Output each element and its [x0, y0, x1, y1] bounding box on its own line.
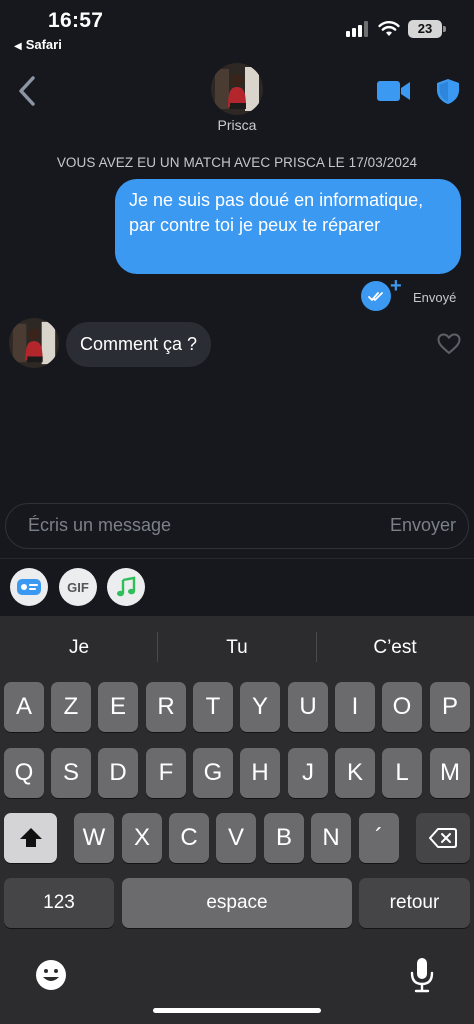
wifi-icon: [378, 21, 400, 36]
music-button[interactable]: [107, 568, 145, 606]
contact-card-button[interactable]: [10, 568, 48, 606]
back-to-safari[interactable]: ◀ Safari: [14, 37, 62, 52]
key-x[interactable]: X: [122, 813, 162, 863]
shift-arrow-icon: [19, 828, 42, 847]
key-w[interactable]: W: [74, 813, 114, 863]
incoming-message-bubble[interactable]: Comment ça ?: [66, 322, 212, 367]
outgoing-message-bubble[interactable]: Je ne suis pas doué en informatique, par…: [115, 179, 461, 274]
shield-icon[interactable]: [436, 78, 460, 105]
shift-key[interactable]: [4, 813, 57, 863]
space-key[interactable]: espace: [122, 878, 352, 928]
status-bar: 16:57 ◀ Safari 23: [0, 0, 474, 56]
key-l[interactable]: L: [382, 748, 422, 798]
key-b[interactable]: B: [264, 813, 304, 863]
key-q[interactable]: Q: [4, 748, 44, 798]
gif-button[interactable]: GIF: [59, 568, 97, 606]
key-u[interactable]: U: [288, 682, 328, 732]
key-accent[interactable]: ´: [359, 813, 399, 863]
key-j[interactable]: J: [288, 748, 328, 798]
sent-status-label: Envoyé: [413, 290, 457, 305]
keyboard: Je Tu C’est A Z E R T Y U I O P Q S D F …: [0, 616, 474, 1024]
incoming-avatar[interactable]: [9, 318, 59, 368]
suggestion-2[interactable]: Tu: [158, 616, 316, 680]
suggestion-1[interactable]: Je: [0, 616, 158, 680]
cellular-signal-icon: [346, 21, 370, 37]
backspace-icon: [429, 828, 457, 848]
numbers-key[interactable]: 123: [4, 878, 114, 928]
key-n[interactable]: N: [311, 813, 351, 863]
home-indicator[interactable]: [153, 1008, 321, 1013]
key-c[interactable]: C: [169, 813, 209, 863]
key-i[interactable]: I: [335, 682, 375, 732]
return-key[interactable]: retour: [359, 878, 470, 928]
video-call-icon[interactable]: [376, 80, 412, 102]
message-input[interactable]: [28, 504, 368, 547]
key-m[interactable]: M: [430, 748, 470, 798]
key-g[interactable]: G: [193, 748, 233, 798]
key-a[interactable]: A: [4, 682, 44, 732]
match-banner: VOUS AVEZ EU UN MATCH AVEC PRISCA LE 17/…: [56, 155, 418, 170]
music-note-icon: [117, 576, 136, 597]
key-k[interactable]: K: [335, 748, 375, 798]
avatar-photo: [9, 318, 59, 368]
key-t[interactable]: T: [193, 682, 233, 732]
divider: [0, 558, 474, 559]
status-time: 16:57: [48, 9, 104, 32]
key-d[interactable]: D: [98, 748, 138, 798]
delete-key[interactable]: [416, 813, 470, 863]
suggestion-3[interactable]: C’est: [316, 616, 474, 680]
key-r[interactable]: R: [146, 682, 186, 732]
key-o[interactable]: O: [382, 682, 422, 732]
contact-name[interactable]: Prisca: [0, 117, 474, 133]
key-y[interactable]: Y: [240, 682, 280, 732]
send-button[interactable]: Envoyer: [390, 515, 456, 536]
back-chevron-icon[interactable]: [14, 74, 40, 108]
double-check-icon: [361, 281, 391, 311]
key-z[interactable]: Z: [51, 682, 91, 732]
battery-indicator: 23: [408, 20, 446, 38]
key-p[interactable]: P: [430, 682, 470, 732]
microphone-icon[interactable]: [409, 956, 435, 994]
plus-icon[interactable]: +: [390, 275, 402, 298]
key-v[interactable]: V: [216, 813, 256, 863]
message-status: + Envoyé: [361, 275, 466, 311]
contact-avatar[interactable]: [211, 63, 263, 115]
contact-card-icon: [17, 579, 41, 595]
key-s[interactable]: S: [51, 748, 91, 798]
key-h[interactable]: H: [240, 748, 280, 798]
avatar-photo: [211, 63, 263, 115]
key-e[interactable]: E: [98, 682, 138, 732]
back-app-label: Safari: [25, 37, 62, 52]
message-composer: Envoyer: [5, 503, 469, 549]
heart-icon[interactable]: [437, 333, 461, 355]
key-f[interactable]: F: [146, 748, 186, 798]
emoji-icon[interactable]: [34, 958, 68, 992]
back-triangle-icon: ◀: [14, 41, 22, 52]
